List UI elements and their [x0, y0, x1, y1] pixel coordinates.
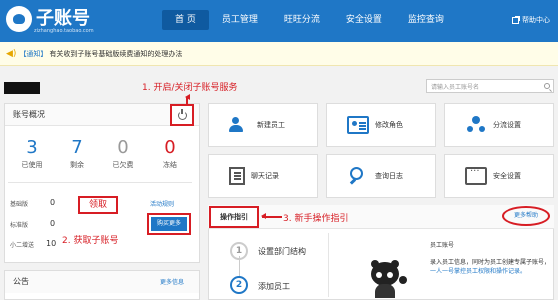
- divider: [8, 182, 192, 183]
- stat-used-label: 已使用: [21, 161, 43, 169]
- search-icon: [347, 167, 369, 185]
- tile-edit-role[interactable]: 修改角色: [326, 103, 436, 147]
- gift-edition-value: 10: [46, 239, 57, 248]
- annotation-beginner-guide: 3. 新手操作指引: [283, 214, 349, 224]
- annotation-enable-service: 1. 开启/关闭子账号服务: [142, 83, 238, 93]
- step-1-label[interactable]: 设置部门结构: [258, 246, 306, 257]
- tile-security-settings[interactable]: 安全设置: [444, 154, 554, 198]
- tile-routing-settings-label: 分流设置: [493, 121, 521, 129]
- staff-search-input[interactable]: 请输入员工账号名: [426, 79, 554, 93]
- logo-subdomain: zizhanghao.taobao.com: [34, 28, 94, 34]
- power-icon: [177, 108, 187, 120]
- activity-rules-link[interactable]: 活动规则: [150, 199, 174, 208]
- annotation-arrow-3: [261, 213, 282, 219]
- notice-bar: ◀) 【通知】 有关收到子账号基础版续费通知的处理办法: [0, 42, 558, 66]
- tile-security-settings-label: 安全设置: [493, 172, 521, 180]
- speaker-icon: ◀): [6, 48, 17, 59]
- mascot-arm: [399, 276, 407, 284]
- nav-staff-management[interactable]: 员工管理: [209, 10, 271, 30]
- basic-edition-value: 0: [50, 198, 56, 207]
- standard-edition-label: 标准版: [10, 222, 29, 229]
- guide-side-text-1: 录入员工信息，同时为员工创建专属子账号，: [430, 259, 551, 266]
- guide-title: 操作指引: [209, 206, 259, 228]
- service-power-toggle[interactable]: [170, 104, 194, 126]
- id-card-icon: [347, 116, 369, 134]
- guide-divider: [328, 233, 329, 297]
- security-dots-icon: [465, 166, 487, 185]
- logo-icon: [6, 6, 32, 32]
- more-info-link[interactable]: 更多信息: [160, 277, 184, 286]
- nav-monitor-query[interactable]: 监控查询: [395, 10, 457, 30]
- tile-routing-settings[interactable]: 分流设置: [444, 103, 554, 147]
- guide-side-title: 员工账号: [430, 242, 455, 249]
- nav-wangwang-routing[interactable]: 旺旺分流: [271, 10, 333, 30]
- tile-chat-records-label: 聊天记录: [251, 172, 279, 180]
- tile-new-staff[interactable]: 新建员工: [208, 103, 318, 147]
- stat-remaining-value[interactable]: 7: [59, 138, 95, 158]
- step-2-label[interactable]: 添加员工: [258, 281, 290, 292]
- gift-edition-label: 小二增送: [10, 242, 35, 249]
- notice-link[interactable]: 有关收到子账号基础版续费通知的处理办法: [49, 49, 182, 59]
- mascot-head: [371, 262, 399, 286]
- tile-new-staff-label: 新建员工: [257, 121, 285, 129]
- mascot-eye: [376, 272, 382, 278]
- stat-used-value[interactable]: 3: [14, 138, 50, 158]
- guide-side-text: 录入员工信息，同时为员工创建专属子账号， 一人一号掌控员工权限和操作记录。: [430, 258, 550, 276]
- buy-more-button[interactable]: 购买更多: [151, 217, 187, 231]
- stat-overdue-label: 已欠费: [112, 161, 134, 169]
- notice-tag: 【通知】: [19, 49, 48, 58]
- nav-security-settings[interactable]: 安全设置: [333, 10, 395, 30]
- help-center-link[interactable]: 帮助中心: [512, 15, 550, 25]
- tile-query-logs[interactable]: 查询日志: [326, 154, 436, 198]
- annotation-arrow-1: [185, 94, 190, 105]
- users-icon: [229, 116, 251, 134]
- logo-text: 子账号: [36, 8, 90, 29]
- claim-button[interactable]: 领取: [78, 196, 118, 214]
- tile-chat-records[interactable]: 聊天记录: [208, 154, 318, 198]
- nav-home[interactable]: 首 页: [162, 10, 209, 30]
- standard-edition-value: 0: [50, 219, 56, 228]
- stat-remaining-label: 剩余: [70, 161, 84, 169]
- more-help-link[interactable]: 更多帮助: [502, 206, 550, 226]
- tile-edit-role-label: 修改角色: [375, 121, 403, 129]
- stat-frozen-label: 冻结: [163, 161, 177, 169]
- stat-remaining: 7 剩余: [59, 138, 95, 170]
- main-nav: 首 页 员工管理 旺旺分流 安全设置 监控查询: [162, 10, 457, 30]
- document-icon: [229, 167, 245, 185]
- top-bar: 子账号 zizhanghao.taobao.com 首 页 员工管理 旺旺分流 …: [0, 0, 558, 42]
- step-2-circle[interactable]: 2: [230, 276, 248, 294]
- mascot-illustration: [365, 260, 407, 298]
- annotation-get-subaccount: 2. 获取子账号: [62, 236, 119, 246]
- stat-frozen: 0 冻结: [152, 138, 188, 170]
- nodes-icon: [465, 116, 487, 134]
- basic-edition-label: 基础版: [10, 201, 29, 208]
- account-name-redacted: [4, 82, 40, 94]
- stat-overdue: 0 已欠费: [105, 138, 141, 170]
- tile-query-logs-label: 查询日志: [375, 172, 403, 180]
- stat-used: 3 已使用: [14, 138, 50, 170]
- help-center-label: 帮助中心: [522, 16, 550, 24]
- search-icon[interactable]: [544, 83, 550, 89]
- external-link-icon: [512, 15, 520, 24]
- mascot-eye: [387, 272, 393, 278]
- search-placeholder: 请输入员工账号名: [431, 83, 480, 91]
- stat-frozen-value: 0: [164, 137, 176, 158]
- mascot-body: [375, 284, 395, 298]
- guide-side-text-highlight: 一人一号掌控员工权限和操作记录。: [430, 268, 527, 275]
- stat-overdue-value: 0: [117, 137, 129, 158]
